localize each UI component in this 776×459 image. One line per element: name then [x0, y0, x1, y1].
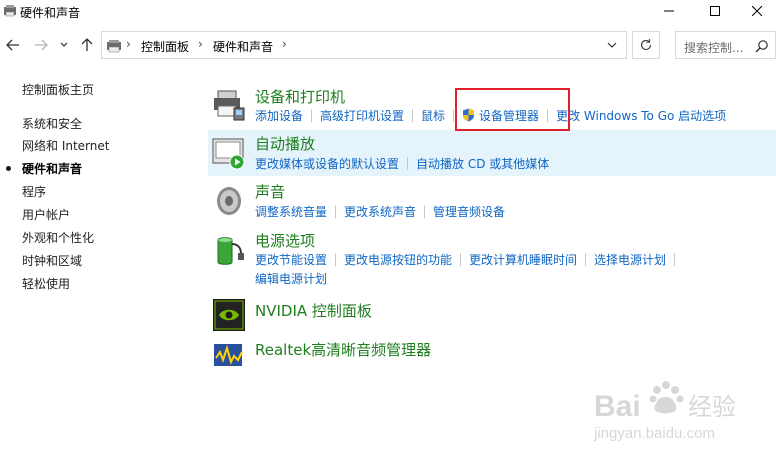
devices-printers-links: 添加设备 高级打印机设置 鼠标 设备管理器 更改 Windows To Go 启动选项 [255, 107, 726, 124]
link-advanced-printer-setup[interactable]: 高级打印机设置 [320, 107, 404, 124]
link-windows-to-go[interactable]: 更改 Windows To Go 启动选项 [556, 107, 726, 124]
autoplay-icon [212, 138, 245, 170]
sidebar-item-hardware-sound[interactable]: 硬件和声音 [22, 160, 82, 177]
arrow-right-icon [35, 39, 48, 51]
control-panel-icon [4, 5, 16, 17]
power-options-links: 更改节能设置 更改电源按钮的功能 更改计算机睡眠时间 选择电源计划 [255, 251, 683, 268]
link-change-power-saving[interactable]: 更改节能设置 [255, 251, 327, 268]
close-button[interactable] [738, 0, 776, 22]
nvidia-icon [213, 299, 245, 331]
category-title-autoplay[interactable]: 自动播放 [255, 133, 315, 154]
autoplay-links: 更改媒体或设备的默认设置 自动播放 CD 或其他媒体 [255, 155, 549, 172]
arrow-left-icon [6, 39, 19, 51]
control-panel-icon [107, 40, 121, 53]
printer-icon [214, 90, 245, 121]
link-divider [335, 205, 337, 218]
category-power-options: 电源选项 更改节能设置 更改电源按钮的功能 更改计算机睡眠时间 选择电源计划 编辑电源… [208, 228, 776, 288]
chevron-down-icon [60, 42, 68, 47]
address-bar[interactable]: › 控制面板 › 硬件和声音 › [101, 31, 627, 59]
sidebar-item-control-panel-home[interactable]: 控制面板主页 [22, 81, 94, 98]
link-divider [335, 253, 337, 266]
sidebar-item-user-accounts[interactable]: 用户帐户 [22, 206, 70, 223]
watermark-text-jingyan: 经验 [688, 393, 736, 421]
window-title: 硬件和声音 [20, 6, 81, 20]
link-divider [453, 109, 455, 122]
watermark-url: jingyan.baidu.com [593, 425, 715, 442]
maximize-icon [710, 6, 720, 16]
sound-links: 调整系统音量 更改系统声音 管理音频设备 [255, 203, 505, 220]
link-divider [311, 109, 313, 122]
link-edit-power-plan[interactable]: 编辑电源计划 [255, 270, 327, 287]
link-adjust-volume[interactable]: 调整系统音量 [255, 203, 327, 220]
link-add-device[interactable]: 添加设备 [255, 107, 303, 124]
chevron-down-icon[interactable] [606, 39, 618, 51]
battery-icon [217, 237, 244, 265]
search-box[interactable]: 搜索控制... [675, 31, 776, 59]
category-title-power-options[interactable]: 电源选项 [255, 230, 315, 251]
sidebar-item-system-security[interactable]: 系统和安全 [22, 115, 82, 132]
link-divider [674, 253, 676, 266]
breadcrumb-separator: › [126, 37, 131, 51]
link-divider [460, 253, 462, 266]
category-title-nvidia[interactable]: NVIDIA 控制面板 [255, 300, 372, 321]
sidebar-item-appearance[interactable]: 外观和个性化 [22, 229, 94, 246]
active-indicator [6, 166, 11, 171]
link-choose-power-plan[interactable]: 选择电源计划 [594, 251, 666, 268]
link-power-button-function[interactable]: 更改电源按钮的功能 [344, 251, 452, 268]
sidebar-item-programs[interactable]: 程序 [22, 183, 46, 200]
forward-button[interactable] [32, 36, 50, 54]
minimize-icon [664, 10, 674, 12]
link-divider [407, 157, 409, 170]
link-mouse[interactable]: 鼠标 [421, 107, 445, 124]
close-icon [752, 6, 762, 16]
arrow-up-icon [81, 38, 93, 51]
link-manage-audio-devices[interactable]: 管理音频设备 [433, 203, 505, 220]
category-title-devices-printers[interactable]: 设备和打印机 [255, 86, 345, 107]
speaker-icon [217, 187, 241, 215]
maximize-button[interactable] [692, 0, 738, 22]
minimize-button[interactable] [646, 0, 692, 22]
category-sound: 声音 调整系统音量 更改系统声音 管理音频设备 [208, 180, 776, 224]
link-device-manager[interactable]: 设备管理器 [479, 107, 539, 124]
category-title-realtek[interactable]: Realtek高清晰音频管理器 [255, 339, 431, 360]
realtek-icon [214, 344, 243, 366]
category-title-sound[interactable]: 声音 [255, 181, 285, 202]
refresh-icon [640, 39, 652, 51]
recent-locations-button[interactable] [58, 36, 70, 54]
breadcrumb-separator: › [198, 37, 203, 51]
baidu-watermark: Bai 经验 jingyan.baidu.com [593, 381, 736, 442]
link-divider [547, 109, 549, 122]
link-autoplay-cd[interactable]: 自动播放 CD 或其他媒体 [416, 155, 549, 172]
sidebar-item-ease-of-access[interactable]: 轻松使用 [22, 275, 70, 292]
category-realtek: Realtek高清晰音频管理器 [208, 336, 776, 370]
breadcrumb-separator: › [282, 37, 287, 51]
link-divider [424, 205, 426, 218]
uac-shield-icon [463, 108, 475, 122]
search-icon [755, 40, 768, 53]
power-options-links-row2: 编辑电源计划 [255, 270, 327, 287]
breadcrumb-hardware-sound[interactable]: 硬件和声音 [213, 38, 273, 55]
refresh-button[interactable] [632, 31, 660, 59]
category-autoplay: 自动播放 更改媒体或设备的默认设置 自动播放 CD 或其他媒体 [208, 130, 776, 176]
link-sleep-time[interactable]: 更改计算机睡眠时间 [469, 251, 577, 268]
back-button[interactable] [4, 36, 22, 54]
sidebar-item-network-internet[interactable]: 网络和 Internet [22, 137, 109, 154]
search-placeholder: 搜索控制... [684, 41, 744, 55]
link-change-system-sounds[interactable]: 更改系统声音 [344, 203, 416, 220]
breadcrumb-control-panel[interactable]: 控制面板 [141, 38, 189, 55]
sidebar-item-clock-region[interactable]: 时钟和区域 [22, 252, 82, 269]
up-button[interactable] [78, 36, 96, 54]
watermark-text-bai: Bai [594, 390, 641, 423]
category-nvidia: NVIDIA 控制面板 [208, 296, 776, 332]
link-change-media-defaults[interactable]: 更改媒体或设备的默认设置 [255, 155, 399, 172]
title-bar: 硬件和声音 [0, 0, 776, 26]
category-devices-printers: 设备和打印机 添加设备 高级打印机设置 鼠标 设备管理器 更改 Windows To G… [208, 84, 776, 128]
link-divider [585, 253, 587, 266]
navigation-bar: › 控制面板 › 硬件和声音 › 搜索控制... [0, 28, 776, 62]
link-divider [412, 109, 414, 122]
